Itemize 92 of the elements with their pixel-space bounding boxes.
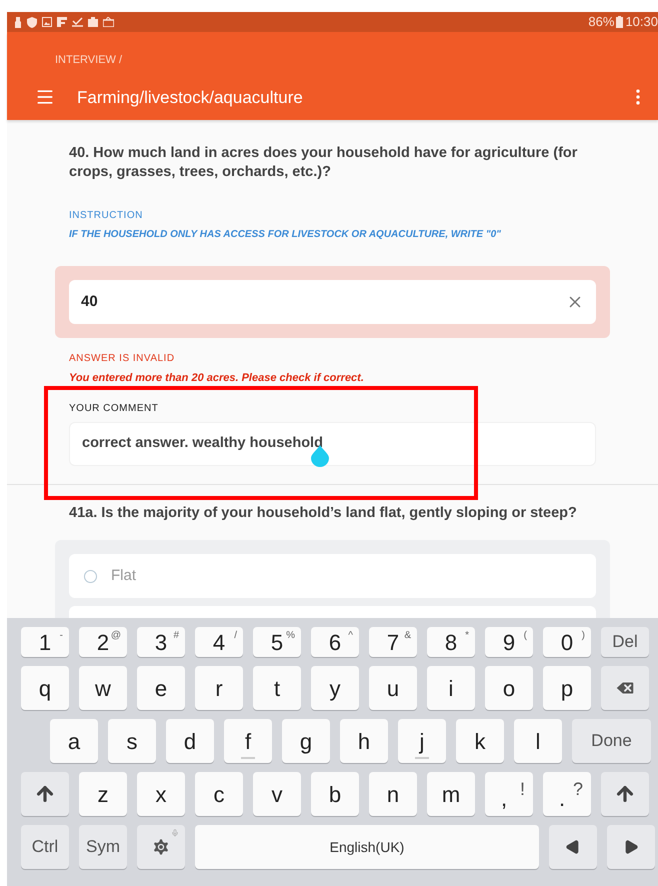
shift-key[interactable] bbox=[21, 772, 69, 816]
bag-icon bbox=[88, 17, 98, 27]
key[interactable]: b bbox=[311, 772, 359, 816]
key[interactable]: x bbox=[137, 772, 185, 816]
comment-value: correct answer. wealthy household bbox=[82, 434, 323, 453]
key[interactable]: 4 / bbox=[195, 627, 243, 657]
key[interactable]: w bbox=[79, 666, 127, 710]
key[interactable]: 5% bbox=[253, 627, 301, 657]
key[interactable]: 0 ) bbox=[543, 627, 591, 657]
key[interactable]: v bbox=[253, 772, 301, 816]
left-arrow-icon bbox=[565, 839, 581, 855]
key[interactable]: h bbox=[340, 719, 388, 763]
option-label: Flat bbox=[111, 566, 136, 586]
key[interactable]: d bbox=[166, 719, 214, 763]
key[interactable]: s bbox=[108, 719, 156, 763]
key-alt-label: # bbox=[173, 629, 179, 643]
breadcrumb: INTERVIEW / bbox=[55, 53, 122, 68]
comment-label: YOUR COMMENT bbox=[68, 402, 160, 416]
image-icon bbox=[42, 17, 52, 27]
key[interactable]: y bbox=[311, 666, 359, 710]
key[interactable]: Sym bbox=[79, 825, 127, 869]
key-alt-label: ? bbox=[572, 778, 583, 801]
key[interactable]: m bbox=[427, 772, 475, 816]
key[interactable]: k bbox=[456, 719, 504, 763]
cursor-left-key[interactable] bbox=[549, 825, 597, 869]
instruction-text: IF THE HOUSEHOLD ONLY HAS ACCESS FOR LIVESTOCK OR AQUACULTURE, WRITE "0" bbox=[68, 228, 502, 242]
key[interactable]: i bbox=[427, 666, 475, 710]
space-key[interactable]: English(UK) bbox=[195, 825, 539, 869]
key-alt-label: % bbox=[286, 629, 295, 643]
key-alt-label: ( bbox=[524, 629, 527, 643]
shift-icon bbox=[34, 783, 56, 805]
briefcase-icon bbox=[103, 17, 114, 27]
key-alt-label: / bbox=[234, 629, 237, 643]
key[interactable]: z bbox=[79, 772, 127, 816]
key-alt-label: * bbox=[465, 629, 469, 643]
key[interactable]: o bbox=[485, 666, 533, 710]
key[interactable]: r bbox=[195, 666, 243, 710]
key-alt-label: & bbox=[404, 629, 411, 643]
key[interactable]: Ctrl bbox=[21, 825, 69, 869]
clock: 10:30 bbox=[625, 13, 658, 32]
right-arrow-icon bbox=[623, 839, 639, 855]
key[interactable]: 9 ( bbox=[485, 627, 533, 657]
answer-value: 40 bbox=[81, 292, 98, 312]
key[interactable]: c bbox=[195, 772, 243, 816]
key[interactable]: t bbox=[253, 666, 301, 710]
cursor-right-key[interactable] bbox=[607, 825, 655, 869]
radio-button[interactable] bbox=[84, 570, 97, 583]
comment-field[interactable]: correct answer. wealthy household bbox=[69, 422, 596, 466]
key[interactable]: 6 ^ bbox=[311, 627, 359, 657]
mic-icon bbox=[171, 829, 179, 837]
instruction-label: INSTRUCTION bbox=[68, 209, 144, 223]
question-title: 41a. Is the majority of your household’s land flat, gently sloping or steep? bbox=[68, 504, 578, 522]
error-message: You entered more than 20 acres. Please check if correct. bbox=[68, 371, 365, 386]
key[interactable]: n bbox=[369, 772, 417, 816]
key-alt-label: @ bbox=[110, 629, 121, 643]
screen-title: Farming/livestock/aquaculture bbox=[77, 86, 304, 108]
check-icon bbox=[72, 17, 83, 27]
shift-key[interactable] bbox=[601, 772, 649, 816]
key[interactable]: , ! bbox=[485, 772, 533, 816]
answer-field[interactable]: 40 bbox=[69, 280, 596, 324]
key[interactable]: 8 * bbox=[427, 627, 475, 657]
key-alt-label: ^ bbox=[348, 629, 353, 643]
key[interactable]: Del bbox=[601, 627, 649, 657]
person-icon bbox=[14, 16, 22, 28]
key[interactable]: g bbox=[282, 719, 330, 763]
key[interactable]: j bbox=[398, 719, 446, 763]
shield-icon bbox=[27, 16, 37, 28]
key-alt-label: - bbox=[60, 629, 63, 643]
settings-icon bbox=[151, 837, 171, 857]
key[interactable]: a bbox=[50, 719, 98, 763]
key[interactable]: 1 - bbox=[21, 627, 69, 657]
flag-icon bbox=[57, 17, 67, 27]
key-alt-label: ! bbox=[520, 778, 525, 801]
battery-icon bbox=[616, 16, 624, 28]
key[interactable]: p bbox=[543, 666, 591, 710]
key[interactable]: f bbox=[224, 719, 272, 763]
key-alt-label: ) bbox=[582, 629, 585, 643]
error-label: ANSWER IS INVALID bbox=[68, 352, 176, 366]
key[interactable]: 3 # bbox=[137, 627, 185, 657]
backspace-key[interactable] bbox=[601, 666, 649, 710]
key[interactable]: l bbox=[514, 719, 562, 763]
battery-percent: 86% bbox=[588, 13, 614, 32]
key[interactable]: 2@ bbox=[79, 627, 127, 657]
done-key[interactable]: Done bbox=[572, 719, 651, 763]
key[interactable]: u bbox=[369, 666, 417, 710]
key[interactable]: . ? bbox=[543, 772, 591, 816]
key[interactable]: 7 & bbox=[369, 627, 417, 657]
key[interactable]: q bbox=[21, 666, 69, 710]
question-title: 40. How much land in acres does your household have for agriculture (for crops, grasses, trees, orchards, etc.)? bbox=[68, 144, 578, 182]
key[interactable]: e bbox=[137, 666, 185, 710]
shift-icon bbox=[614, 783, 636, 805]
settings-key[interactable] bbox=[137, 825, 185, 869]
